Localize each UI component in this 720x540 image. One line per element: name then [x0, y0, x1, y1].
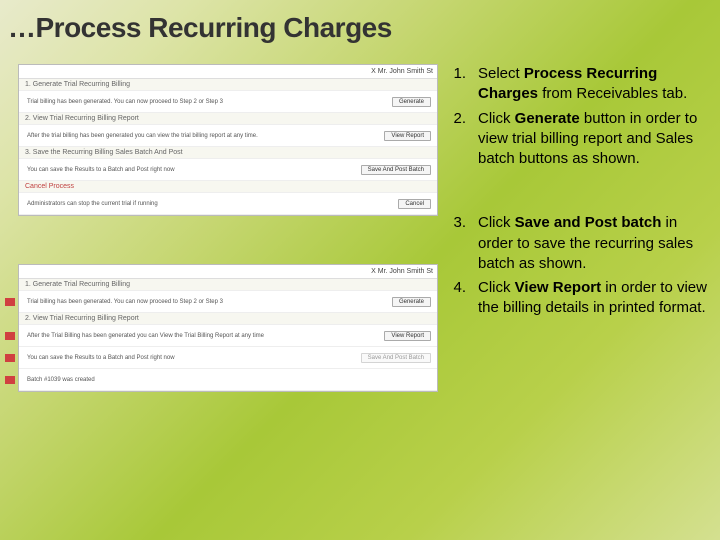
steps-block-b: 3.Click Save and Post batch in order to …: [446, 213, 708, 318]
shot1-row1-body: Trial billing has been generated. You ca…: [19, 91, 437, 113]
step-number: 1.: [446, 64, 478, 105]
instructions-column: 1.Select Process Recurring Charges from …: [446, 64, 708, 440]
shot2-row3-text: You can save the Results to a Batch and …: [27, 355, 175, 361]
step-text: Click Save and Post batch in order to sa…: [478, 213, 708, 274]
step-text: Select Process Recurring Charges from Re…: [478, 64, 708, 105]
step-text: Click View Report in order to view the b…: [478, 278, 708, 319]
shot2-titlebar: X Mr. John Smith St: [19, 265, 437, 279]
view-report-button-2[interactable]: View Report: [384, 331, 431, 341]
shot1-row4-text: Administrators can stop the current tria…: [27, 201, 158, 207]
instruction-step: 1.Select Process Recurring Charges from …: [446, 64, 708, 105]
callout-marker-icon: [5, 376, 15, 384]
shot2-row2-text: After the Trial Billing has been generat…: [27, 333, 264, 339]
shot1-row2-head: 2. View Trial Recurring Billing Report: [19, 113, 437, 125]
shot1-row2-body: After the trial billing has been generat…: [19, 125, 437, 147]
instruction-step: 3.Click Save and Post batch in order to …: [446, 213, 708, 274]
shot1-row3-body: You can save the Results to a Batch and …: [19, 159, 437, 181]
screenshot-2: X Mr. John Smith St 1. Generate Trial Re…: [18, 264, 438, 392]
shot2-row4-text: Batch #1039 was created: [27, 377, 95, 383]
callout-marker-icon: [5, 298, 15, 306]
shot2-row4-body: Batch #1039 was created: [19, 369, 437, 391]
step-number: 2.: [446, 109, 478, 170]
shot2-row1-head: 1. Generate Trial Recurring Billing: [19, 279, 437, 291]
view-report-button[interactable]: View Report: [384, 131, 431, 141]
shot1-user: X Mr. John Smith St: [371, 68, 433, 75]
step-number: 3.: [446, 213, 478, 274]
shot2-row2-body: After the Trial Billing has been generat…: [19, 325, 437, 347]
shot2-row2-head: 2. View Trial Recurring Billing Report: [19, 313, 437, 325]
shot1-row4-body: Administrators can stop the current tria…: [19, 193, 437, 215]
page-title: …Process Recurring Charges: [0, 0, 720, 44]
shot1-row2-text: After the trial billing has been generat…: [27, 133, 258, 139]
shot1-row4-head: Cancel Process: [19, 181, 437, 193]
screenshot-1: X Mr. John Smith St 1. Generate Trial Re…: [18, 64, 438, 216]
shot1-row3-head: 3. Save the Recurring Billing Sales Batc…: [19, 147, 437, 159]
shot1-titlebar: X Mr. John Smith St: [19, 65, 437, 79]
shot2-row1-body: Trial billing has been generated. You ca…: [19, 291, 437, 313]
shot2-row1-text: Trial billing has been generated. You ca…: [27, 299, 223, 305]
generate-button-2[interactable]: Generate: [392, 297, 431, 307]
content-area: X Mr. John Smith St 1. Generate Trial Re…: [0, 44, 720, 440]
instruction-step: 2.Click Generate button in order to view…: [446, 109, 708, 170]
save-post-batch-button-2[interactable]: Save And Post Batch: [361, 353, 431, 363]
steps-block-a: 1.Select Process Recurring Charges from …: [446, 64, 708, 169]
shot2-user: X Mr. John Smith St: [371, 268, 433, 275]
step-text: Click Generate button in order to view t…: [478, 109, 708, 170]
callout-marker-icon: [5, 354, 15, 362]
callout-marker-icon: [5, 332, 15, 340]
shot2-row3-body: You can save the Results to a Batch and …: [19, 347, 437, 369]
screenshots-column: X Mr. John Smith St 1. Generate Trial Re…: [18, 64, 438, 440]
shot1-row1-text: Trial billing has been generated. You ca…: [27, 99, 223, 105]
save-post-batch-button[interactable]: Save And Post Batch: [361, 165, 431, 175]
generate-button[interactable]: Generate: [392, 97, 431, 107]
cancel-button[interactable]: Cancel: [398, 199, 431, 209]
shot1-row1-head: 1. Generate Trial Recurring Billing: [19, 79, 437, 91]
step-number: 4.: [446, 278, 478, 319]
shot1-row3-text: You can save the Results to a Batch and …: [27, 167, 175, 173]
instruction-step: 4.Click View Report in order to view the…: [446, 278, 708, 319]
